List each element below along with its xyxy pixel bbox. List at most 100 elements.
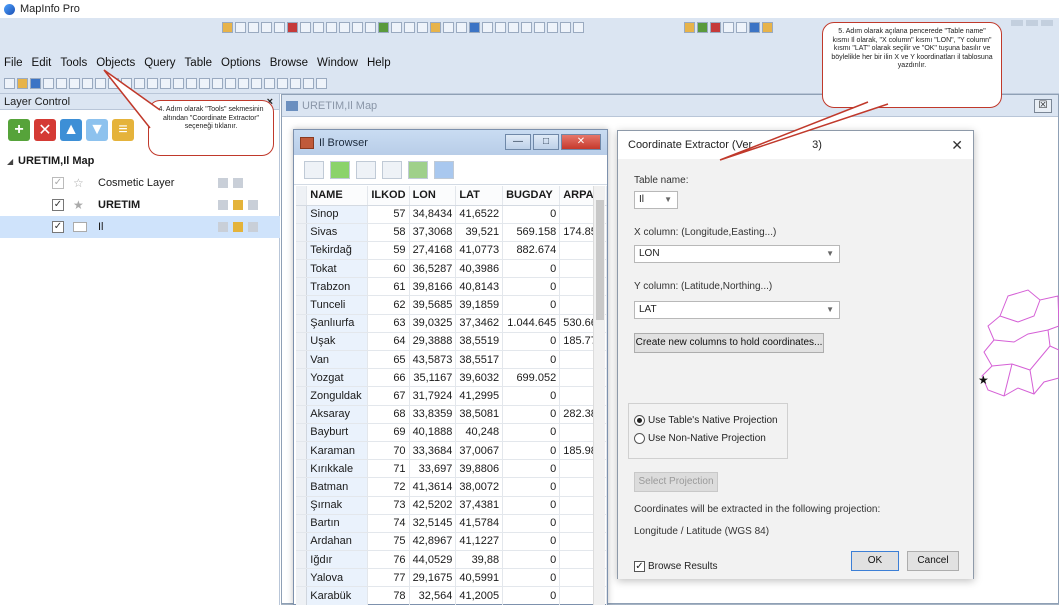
tool-icon[interactable] xyxy=(43,78,54,89)
table-cell[interactable]: 0 xyxy=(502,205,561,224)
table-cell[interactable]: 39,6032 xyxy=(455,368,504,388)
row-header[interactable] xyxy=(296,550,308,570)
table-cell[interactable]: 0 xyxy=(502,514,561,533)
table-cell[interactable]: 40,5991 xyxy=(455,568,504,588)
table-cell[interactable]: 38,0072 xyxy=(455,477,504,497)
remove-layer-button[interactable]: ✕ xyxy=(34,119,56,141)
table-cell[interactable]: 59 xyxy=(367,241,410,261)
layer-visibility-checkbox[interactable]: ✓ xyxy=(52,177,64,189)
column-header[interactable]: NAME xyxy=(306,186,369,206)
map-regions[interactable]: ★ xyxy=(978,286,1059,431)
tool-icon[interactable] xyxy=(108,78,119,89)
style-layer-icon[interactable] xyxy=(233,178,243,188)
row-header[interactable] xyxy=(296,568,308,588)
row-header[interactable] xyxy=(296,477,308,497)
table-cell[interactable]: 58 xyxy=(367,223,410,242)
table-cell[interactable]: 37,4381 xyxy=(455,496,504,515)
move-layer-up-button[interactable]: ▲ xyxy=(60,119,82,141)
table-row[interactable]: Zonguldak6731,792441,299500 xyxy=(296,386,607,406)
table-row[interactable]: Kırıkkale7133,69739,880600 xyxy=(296,459,607,479)
row-header[interactable] xyxy=(296,277,308,297)
table-cell[interactable]: 42,8967 xyxy=(409,532,457,552)
tool-icon[interactable] xyxy=(173,78,184,89)
table-cell[interactable]: 39,521 xyxy=(455,223,504,242)
add-column-icon[interactable] xyxy=(408,160,428,179)
table-cell[interactable]: 0 xyxy=(502,586,561,605)
edit-layer-icon[interactable] xyxy=(218,222,228,232)
menu-objects[interactable]: Objects xyxy=(96,57,135,69)
sort-icon[interactable] xyxy=(304,160,324,179)
table-cell[interactable]: 68 xyxy=(367,405,410,424)
table-row[interactable]: Tunceli6239,568539,185900 xyxy=(296,295,607,315)
table-cell[interactable]: 57 xyxy=(367,205,410,224)
row-header[interactable] xyxy=(296,532,308,552)
style-layer-icon[interactable] xyxy=(233,200,243,210)
table-cell[interactable]: 40,1888 xyxy=(409,423,457,442)
menu-file[interactable]: File xyxy=(4,57,23,69)
table-cell[interactable]: 40,3986 xyxy=(455,259,504,279)
table-cell[interactable]: Batman xyxy=(306,477,369,497)
table-cell[interactable]: 72 xyxy=(367,477,410,497)
tool-icon[interactable] xyxy=(534,22,545,33)
table-cell[interactable]: 569.158 xyxy=(502,223,561,242)
table-row[interactable]: Yozgat6635,116739,6032699.0520 xyxy=(296,368,607,388)
tool-icon[interactable] xyxy=(710,22,721,33)
native-projection-radio[interactable]: Use Table's Native Projection xyxy=(634,415,778,426)
row-header[interactable] xyxy=(296,459,308,479)
menu-query[interactable]: Query xyxy=(144,57,175,69)
tool-icon[interactable] xyxy=(547,22,558,33)
tool-icon[interactable] xyxy=(251,78,262,89)
tool-icon[interactable] xyxy=(56,78,67,89)
table-cell[interactable]: 35,1167 xyxy=(409,368,457,388)
row-header[interactable] xyxy=(296,586,308,605)
table-cell[interactable]: 76 xyxy=(367,550,410,570)
minimize-button[interactable]: — xyxy=(505,134,531,150)
tool-icon[interactable] xyxy=(456,22,467,33)
table-cell[interactable]: 65 xyxy=(367,350,410,370)
table-cell[interactable]: 33,3684 xyxy=(409,441,457,461)
table-cell[interactable]: 70 xyxy=(367,441,410,461)
layer-row-il[interactable]: ✓ Il xyxy=(0,216,280,238)
table-cell[interactable]: Karabük xyxy=(306,586,369,605)
row-header[interactable] xyxy=(296,295,308,315)
table-cell[interactable]: 40,8143 xyxy=(455,277,504,297)
row-header[interactable] xyxy=(296,259,308,279)
table-cell[interactable]: 39,8166 xyxy=(409,277,457,297)
table-cell[interactable]: 37,0067 xyxy=(455,441,504,461)
table-cell[interactable]: 37,3462 xyxy=(455,314,504,333)
ok-button[interactable]: OK xyxy=(851,551,899,571)
table-cell[interactable]: Tunceli xyxy=(306,295,369,315)
table-row[interactable]: Trabzon6139,816640,814300 xyxy=(296,277,607,297)
select-tool-icon[interactable] xyxy=(222,22,233,33)
tool-icon[interactable] xyxy=(723,22,734,33)
table-cell[interactable]: 41,1227 xyxy=(455,532,504,552)
style-layer-icon[interactable] xyxy=(233,222,243,232)
tool-icon[interactable] xyxy=(69,78,80,89)
layer-visibility-checkbox[interactable]: ✓ xyxy=(52,221,64,233)
browse-results-checkbox[interactable]: ✓ Browse Results xyxy=(634,561,717,572)
table-cell[interactable]: 0 xyxy=(502,568,561,588)
layer-row-uretim[interactable]: ✓ ★ URETIM xyxy=(0,194,280,216)
non-native-projection-radio[interactable]: Use Non-Native Projection xyxy=(634,433,766,444)
tool-icon[interactable] xyxy=(443,22,454,33)
tool-icon[interactable] xyxy=(274,22,285,33)
row-header[interactable] xyxy=(296,514,308,533)
tool-icon[interactable] xyxy=(199,78,210,89)
cancel-button[interactable]: Cancel xyxy=(907,551,959,571)
table-row[interactable]: Iğdır7644,052939,8800 xyxy=(296,550,607,570)
table-cell[interactable]: Iğdır xyxy=(306,550,369,570)
row-header[interactable] xyxy=(296,350,308,370)
table-cell[interactable]: 31,7924 xyxy=(409,386,457,406)
tool-icon[interactable] xyxy=(300,22,311,33)
close-button[interactable]: ✕ xyxy=(561,134,601,150)
row-header[interactable] xyxy=(296,423,308,442)
tool-icon[interactable] xyxy=(417,22,428,33)
tool-icon[interactable] xyxy=(248,22,259,33)
edit-layer-icon[interactable] xyxy=(218,178,228,188)
table-cell[interactable]: 41,3614 xyxy=(409,477,457,497)
table-cell[interactable]: 66 xyxy=(367,368,410,388)
table-cell[interactable]: 41,2995 xyxy=(455,386,504,406)
layer-properties-button[interactable]: ≡ xyxy=(112,119,134,141)
table-cell[interactable]: 0 xyxy=(502,386,561,406)
table-cell[interactable]: 38,5081 xyxy=(455,405,504,424)
